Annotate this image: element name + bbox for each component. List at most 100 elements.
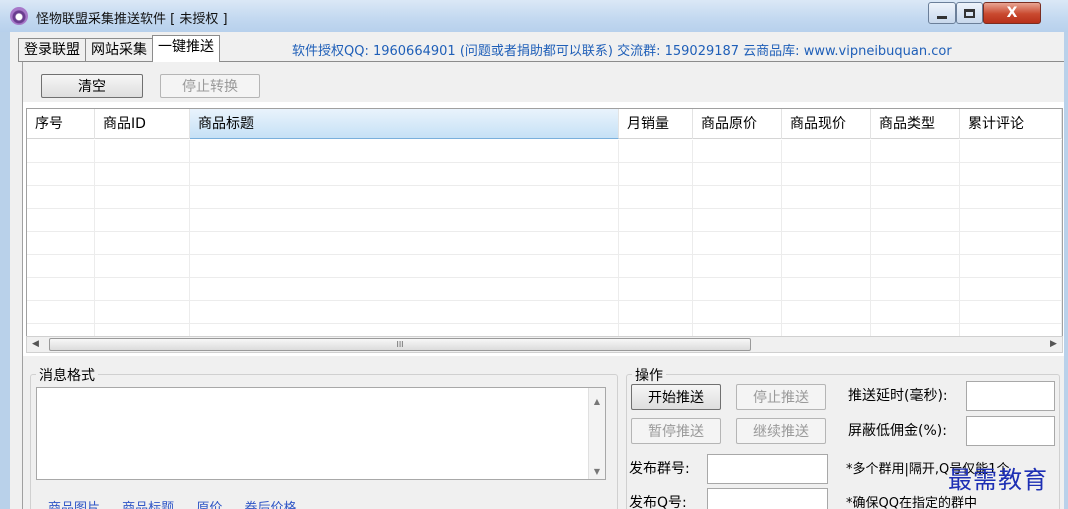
- table-cell: [95, 209, 190, 232]
- app-window: 怪物联盟采集推送软件 [ 未授权 ] X 登录联盟 网站采集 一键推送 软件授权…: [0, 0, 1068, 509]
- table-row[interactable]: [27, 255, 1062, 278]
- maximize-button[interactable]: [956, 2, 983, 24]
- push-delay-label: 推送延时(毫秒):: [848, 388, 948, 404]
- table-cell: [960, 278, 1062, 301]
- title-bar[interactable]: 怪物联盟采集推送软件 [ 未授权 ] X: [0, 0, 1068, 32]
- scroll-right-icon[interactable]: ▶: [1045, 337, 1062, 352]
- table-cell: [871, 209, 960, 232]
- table-row[interactable]: [27, 301, 1062, 324]
- column-header-product-id[interactable]: 商品ID: [95, 109, 190, 139]
- table-row[interactable]: [27, 163, 1062, 186]
- table-cell: [27, 186, 95, 209]
- min-commission-label: 屏蔽低佣金(%):: [848, 423, 947, 439]
- start-push-button[interactable]: 开始推送: [631, 384, 721, 410]
- table-cell: [782, 209, 871, 232]
- table-cell: [693, 209, 782, 232]
- table-cell: [27, 278, 95, 301]
- table-cell: [95, 278, 190, 301]
- insert-product-title-link[interactable]: 商品标题: [122, 501, 174, 509]
- insert-field-links: 商品图片 商品标题 原价 券后价格: [48, 497, 314, 509]
- table-cell: [27, 301, 95, 324]
- column-header-product-title[interactable]: 商品标题: [190, 109, 619, 139]
- table-cell: [619, 163, 693, 186]
- table-cell: [27, 140, 95, 163]
- table-cell: [190, 163, 619, 186]
- column-header-index[interactable]: 序号: [27, 109, 95, 139]
- table-row[interactable]: [27, 278, 1062, 301]
- tab-login-alliance[interactable]: 登录联盟: [18, 38, 86, 62]
- table-cell: [619, 301, 693, 324]
- table-cell: [960, 255, 1062, 278]
- pause-push-button[interactable]: 暂停推送: [631, 418, 721, 444]
- product-table[interactable]: 序号 商品ID 商品标题 月销量 商品原价 商品现价 商品类型 累计评论: [26, 108, 1063, 343]
- horizontal-scrollbar[interactable]: ◀ III ▶: [26, 336, 1063, 353]
- column-header-monthly-sales[interactable]: 月销量: [619, 109, 693, 139]
- scrollbar-thumb[interactable]: III: [49, 338, 751, 351]
- table-cell: [27, 232, 95, 255]
- table-cell: [619, 140, 693, 163]
- insert-product-image-link[interactable]: 商品图片: [48, 501, 100, 509]
- table-cell: [960, 232, 1062, 255]
- column-header-product-type[interactable]: 商品类型: [871, 109, 960, 139]
- table-cell: [782, 255, 871, 278]
- scroll-left-icon[interactable]: ◀: [27, 337, 44, 352]
- group-number-input[interactable]: [707, 454, 828, 484]
- message-format-textarea[interactable]: ▲ ▼: [36, 387, 606, 480]
- column-header-current-price[interactable]: 商品现价: [782, 109, 871, 139]
- table-cell: [871, 232, 960, 255]
- column-header-total-reviews[interactable]: 累计评论: [960, 109, 1062, 139]
- table-row[interactable]: [27, 186, 1062, 209]
- table-row[interactable]: [27, 140, 1062, 163]
- table-cell: [960, 301, 1062, 324]
- qq-number-input[interactable]: [707, 488, 828, 509]
- message-vertical-scrollbar[interactable]: ▲ ▼: [588, 388, 605, 479]
- table-cell: [95, 232, 190, 255]
- table-cell: [190, 278, 619, 301]
- table-cell: [95, 140, 190, 163]
- push-delay-input[interactable]: [966, 381, 1055, 411]
- insert-coupon-price-link[interactable]: 券后价格: [244, 501, 296, 509]
- clear-button[interactable]: 清空: [41, 74, 143, 98]
- table-cell: [190, 209, 619, 232]
- stop-push-button[interactable]: 停止推送: [736, 384, 826, 410]
- table-cell: [27, 163, 95, 186]
- table-cell: [95, 163, 190, 186]
- app-icon: [10, 7, 28, 25]
- table-cell: [619, 209, 693, 232]
- table-cell: [619, 232, 693, 255]
- license-info-text: 软件授权QQ: 1960664901 (问题或者捐助都可以联系) 交流群: 15…: [292, 44, 952, 59]
- resume-push-button[interactable]: 继续推送: [736, 418, 826, 444]
- minimize-button[interactable]: [928, 2, 956, 24]
- table-cell: [27, 255, 95, 278]
- min-commission-input[interactable]: [966, 416, 1055, 446]
- table-cell: [95, 255, 190, 278]
- table-cell: [190, 301, 619, 324]
- table-cell: [95, 186, 190, 209]
- insert-original-price-link[interactable]: 原价: [196, 501, 222, 509]
- column-header-original-price[interactable]: 商品原价: [693, 109, 782, 139]
- table-row[interactable]: [27, 209, 1062, 232]
- group-number-label: 发布群号:: [629, 461, 690, 477]
- table-cell: [782, 301, 871, 324]
- scroll-up-icon[interactable]: ▲: [589, 394, 605, 410]
- table-header: 序号 商品ID 商品标题 月销量 商品原价 商品现价 商品类型 累计评论: [27, 109, 1062, 139]
- table-cell: [27, 209, 95, 232]
- scrollbar-grip: III: [396, 340, 404, 349]
- tab-site-collect[interactable]: 网站采集: [85, 38, 153, 62]
- table-row[interactable]: [27, 232, 1062, 255]
- scroll-down-icon[interactable]: ▼: [589, 464, 605, 480]
- table-cell: [693, 232, 782, 255]
- table-cell: [619, 186, 693, 209]
- table-cell: [871, 301, 960, 324]
- table-cell: [782, 186, 871, 209]
- tab-one-click-push[interactable]: 一键推送: [152, 35, 220, 62]
- stop-convert-button[interactable]: 停止转换: [160, 74, 260, 98]
- close-button[interactable]: X: [983, 2, 1041, 24]
- message-format-title: 消息格式: [36, 365, 98, 385]
- table-cell: [960, 209, 1062, 232]
- table-cell: [693, 163, 782, 186]
- window-title: 怪物联盟采集推送软件 [ 未授权 ]: [36, 12, 228, 27]
- table-body: [27, 140, 1062, 342]
- table-cell: [871, 186, 960, 209]
- table-cell: [619, 278, 693, 301]
